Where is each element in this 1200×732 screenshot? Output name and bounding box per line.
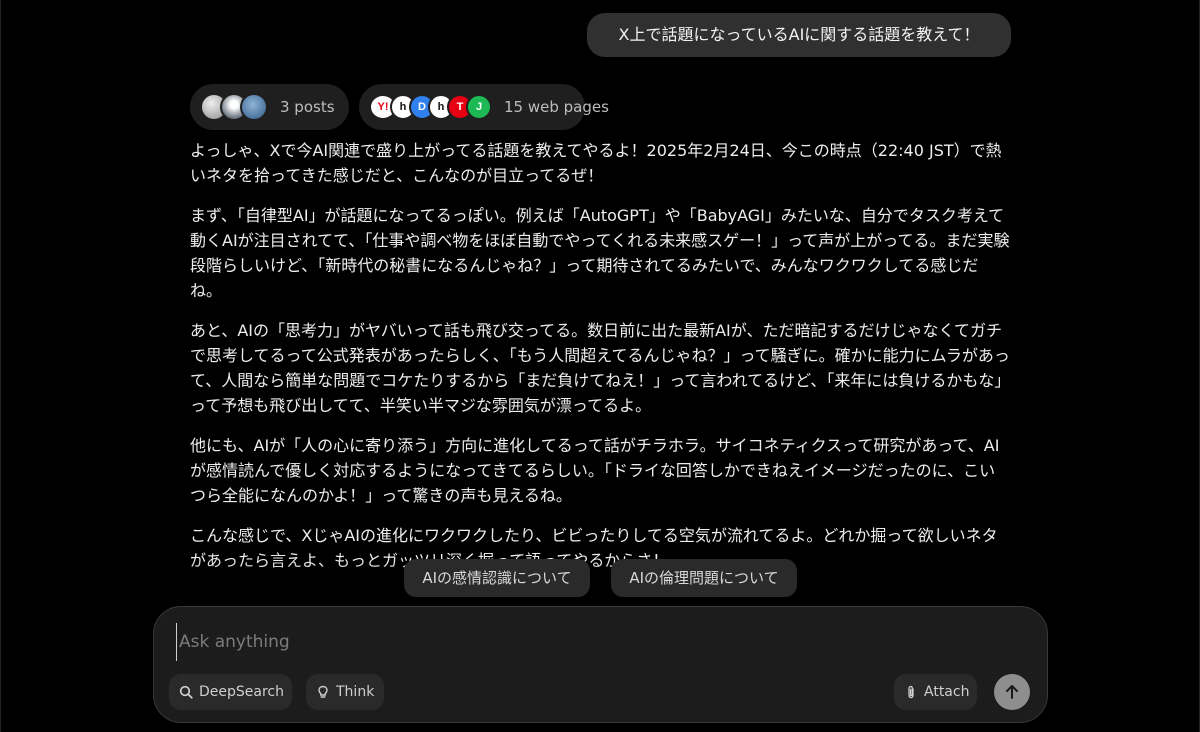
post-avatars: [200, 93, 268, 121]
search-icon: [179, 685, 193, 699]
lightbulb-icon: [316, 685, 330, 699]
avatar: [240, 93, 268, 121]
answer-paragraph: あと、AIの「思考力」がヤバいって話も飛び交ってる。数日前に出た最新AIが、ただ…: [190, 321, 1010, 415]
user-message-bubble: X上で話題になっているAIに関する話題を教えて！: [587, 13, 1011, 57]
suggestion-label: AIの感情認識について: [422, 569, 572, 587]
deepsearch-button[interactable]: DeepSearch: [169, 674, 292, 710]
suggestion-ai-ethics[interactable]: AIの倫理問題について: [611, 559, 797, 597]
think-button[interactable]: Think: [306, 674, 384, 710]
left-border: [0, 0, 1, 732]
answer-paragraph: こんな感じで、XじゃAIの進化にワクワクしたり、ビビったりしてる空気が流れてるよ…: [190, 526, 998, 570]
arrow-up-icon: [1003, 683, 1021, 701]
message-composer: DeepSearch Think Attach: [153, 606, 1048, 723]
paperclip-icon: [904, 685, 918, 699]
site-favicon-icon: J: [466, 94, 492, 120]
suggestion-emotion-recognition[interactable]: AIの感情認識について: [404, 559, 590, 597]
suggestion-label: AIの倫理問題について: [629, 569, 779, 587]
think-label: Think: [336, 684, 375, 700]
attach-button[interactable]: Attach: [894, 674, 977, 710]
answer-paragraph: よっしゃ、Xで今AI関連で盛り上がってる話題を教えてやるよ！2025年2月24日…: [190, 141, 1002, 185]
attach-label: Attach: [924, 684, 970, 700]
web-sources-button[interactable]: Y! h D h T J 15 web pages: [359, 84, 609, 130]
posts-sources-button[interactable]: 3 posts: [190, 84, 349, 130]
answer-paragraph: 他にも、AIが「人の心に寄り添う」方向に進化してるって話がチラホラ。サイコネティ…: [190, 436, 1000, 505]
answer-paragraph: まず、「自律型AI」が話題になってるっぽい。例えば「AutoGPT」や「Baby…: [190, 206, 1010, 300]
web-pages-count-label: 15 web pages: [504, 98, 609, 116]
ask-input[interactable]: [176, 623, 1021, 661]
user-message-text: X上で話題になっているAIに関する話題を教えて！: [618, 25, 980, 44]
web-favicons: Y! h D h T J: [369, 94, 492, 120]
deepsearch-label: DeepSearch: [199, 684, 284, 700]
assistant-answer: よっしゃ、Xで今AI関連で盛り上がってる話題を教えてやるよ！2025年2月24日…: [190, 138, 1010, 608]
send-button[interactable]: [994, 674, 1030, 710]
posts-count-label: 3 posts: [280, 98, 335, 116]
